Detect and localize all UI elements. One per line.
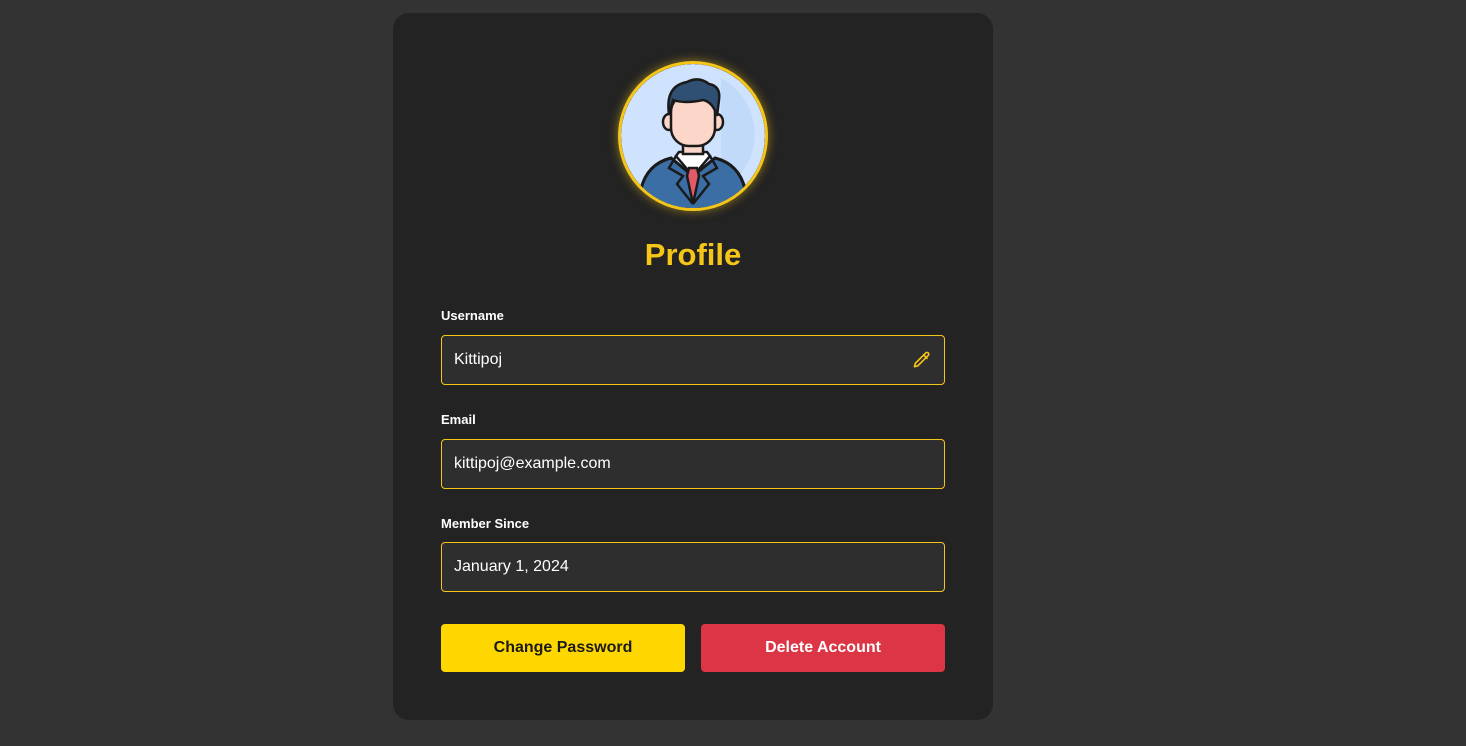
delete-account-button[interactable]: Delete Account <box>701 624 945 672</box>
businessman-avatar-icon <box>621 64 765 208</box>
profile-card: Profile Username Kittipoj Email kittipoj… <box>393 13 993 720</box>
member-since-value: January 1, 2024 <box>454 558 569 575</box>
email-value: kittipoj@example.com <box>454 455 611 472</box>
email-field[interactable]: kittipoj@example.com <box>441 439 945 489</box>
pencil-icon[interactable] <box>912 350 932 370</box>
username-label: Username <box>441 308 504 323</box>
change-password-button[interactable]: Change Password <box>441 624 685 672</box>
email-label: Email <box>441 412 476 427</box>
username-value: Kittipoj <box>454 351 503 368</box>
member-since-label: Member Since <box>441 516 530 531</box>
avatar <box>618 61 768 211</box>
page-title: Profile <box>644 237 742 272</box>
username-field[interactable]: Kittipoj <box>441 335 945 385</box>
member-since-field[interactable]: January 1, 2024 <box>441 542 945 592</box>
